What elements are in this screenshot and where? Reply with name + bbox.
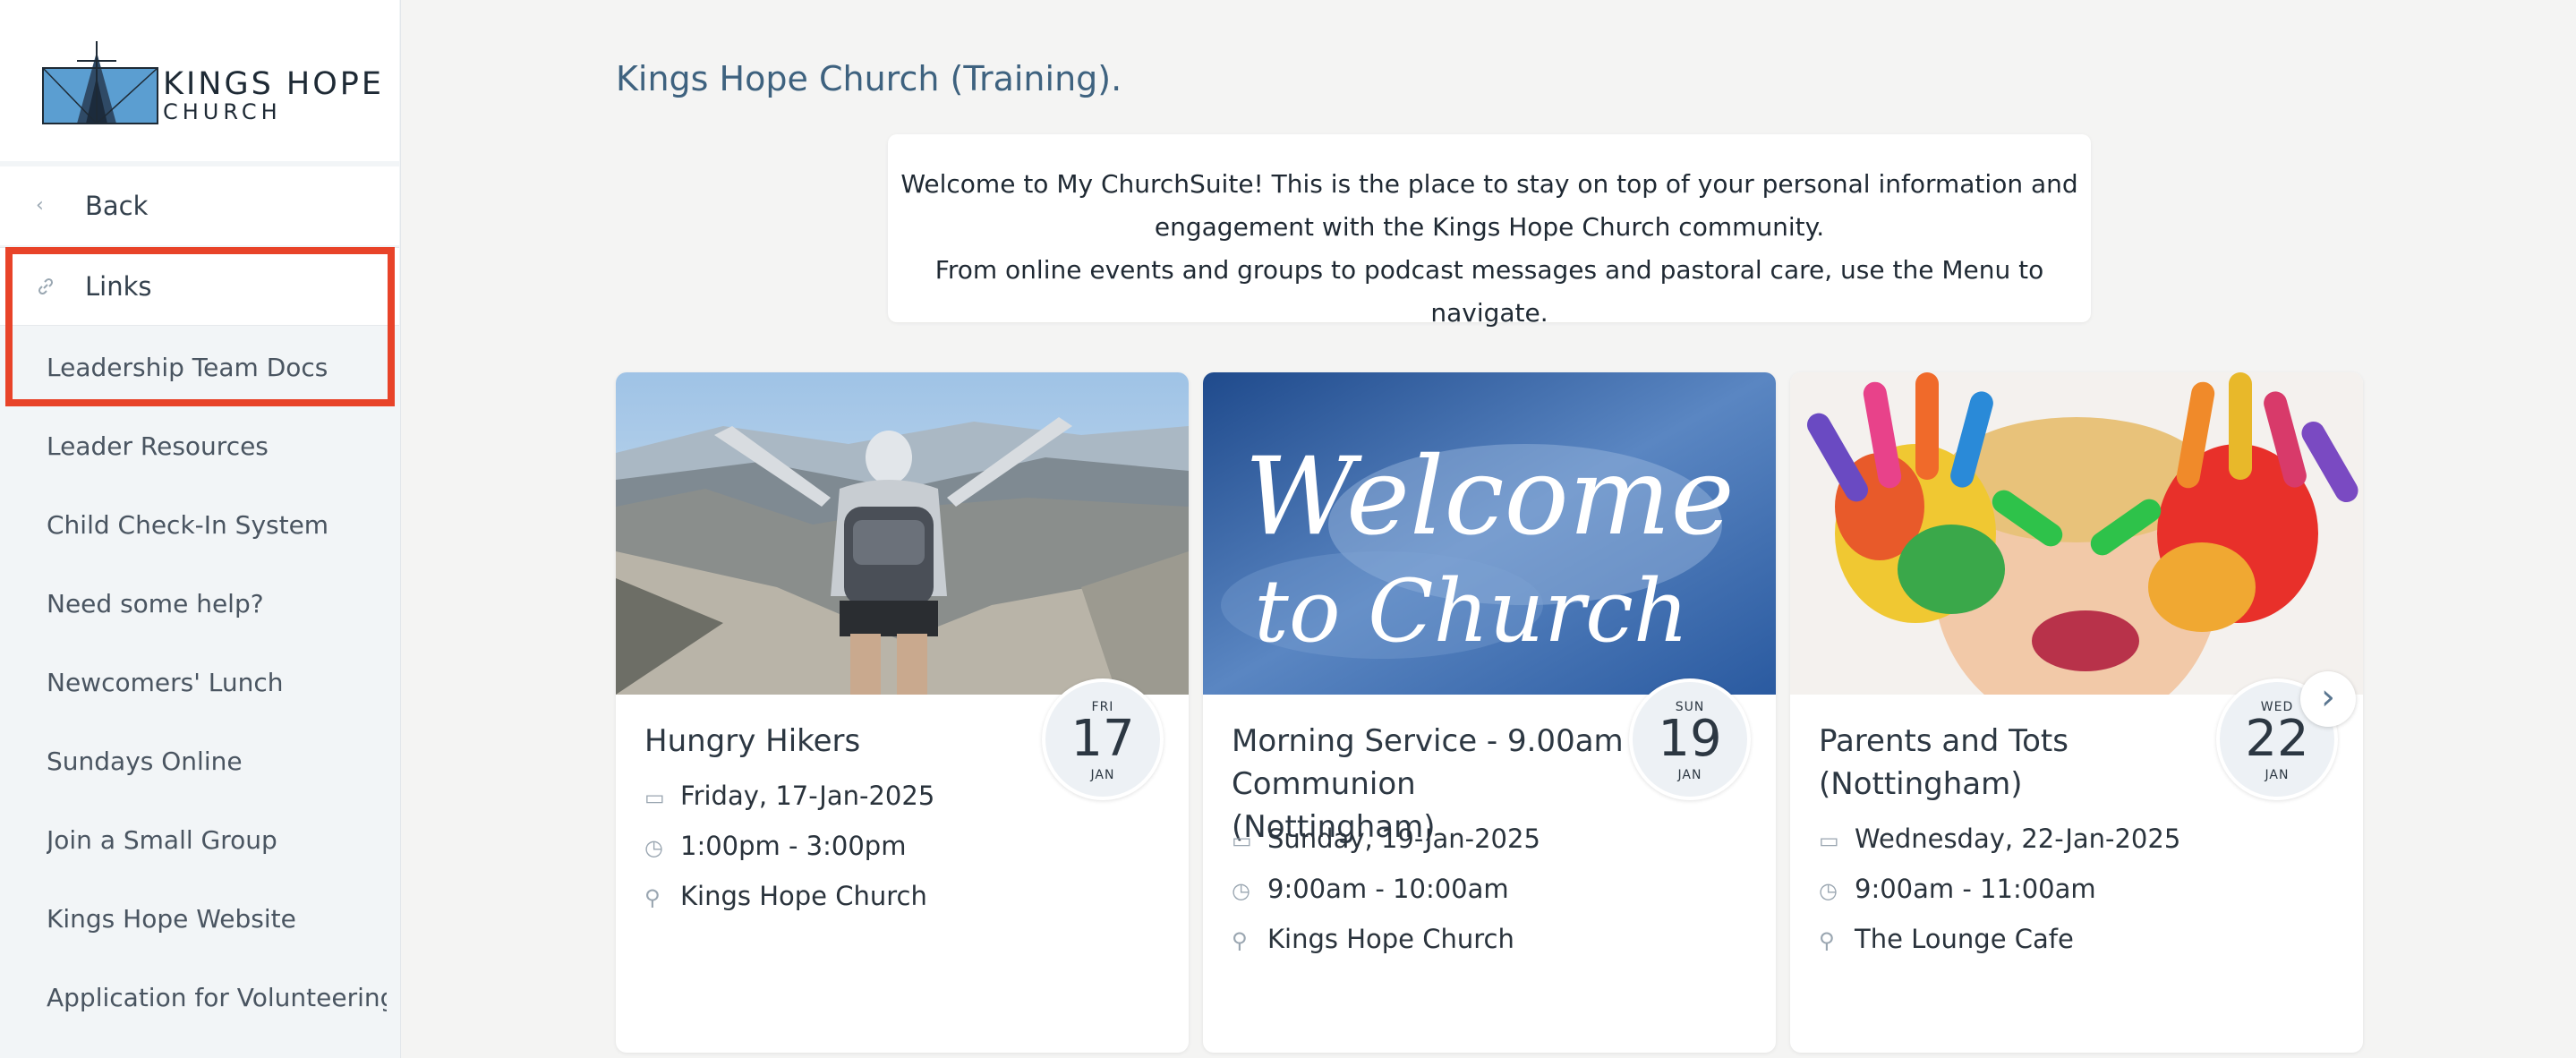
date-badge: SUN 19 JAN — [1629, 678, 1751, 800]
event-date-text: Friday, 17-Jan-2025 — [680, 781, 935, 811]
sidebar: KINGS HOPE CHURCH ‹ Back Links Leadershi… — [0, 0, 401, 1058]
back-button[interactable]: ‹ Back — [0, 166, 399, 245]
event-card[interactable]: FRI 17 JAN Hungry Hikers ▭ Friday, 17-Jan… — [616, 372, 1189, 1053]
event-date-text: Sunday, 19-Jan-2025 — [1267, 823, 1540, 854]
event-time-text: 9:00am - 11:00am — [1855, 874, 2096, 904]
sidebar-item-leadership-team-docs[interactable]: Leadership Team Docs — [47, 353, 387, 382]
event-image-hikers — [616, 372, 1189, 695]
event-time: ◷ 9:00am - 10:00am — [1232, 874, 1509, 904]
event-location: ⚲ Kings Hope Church — [1232, 924, 1514, 954]
sidebar-item-leader-resources[interactable]: Leader Resources — [47, 431, 387, 461]
event-card[interactable]: WED 22 JAN Parents and Tots (Nottingham)… — [1790, 372, 2363, 1053]
logo[interactable]: KINGS HOPE CHURCH — [0, 0, 399, 161]
event-location-text: The Lounge Cafe — [1855, 924, 2074, 954]
event-card[interactable]: Welcome to Church SUN 19 JAN Morning Ser… — [1203, 372, 1776, 1053]
event-title[interactable]: Hungry Hikers — [644, 720, 1038, 763]
sidebar-item-sundays-online[interactable]: Sundays Online — [47, 747, 387, 776]
calendar-icon: ▭ — [1232, 828, 1252, 853]
clock-icon: ◷ — [644, 835, 663, 860]
event-time: ◷ 9:00am - 11:00am — [1819, 874, 2096, 904]
event-time-text: 1:00pm - 3:00pm — [680, 831, 907, 861]
event-location: ⚲ The Lounge Cafe — [1819, 924, 2074, 954]
event-date: ▭ Sunday, 19-Jan-2025 — [1232, 823, 1540, 854]
event-title[interactable]: Parents and Tots (Nottingham) — [1819, 720, 2213, 806]
sidebar-item-need-help[interactable]: Need some help? — [47, 589, 387, 619]
location-pin-icon: ⚲ — [1232, 928, 1248, 953]
clock-icon: ◷ — [1232, 878, 1250, 903]
event-time-text: 9:00am - 10:00am — [1267, 874, 1509, 904]
date-badge: FRI 17 JAN — [1042, 678, 1164, 800]
logo-text-primary: KINGS HOPE — [163, 66, 385, 102]
date-day-number: 17 — [1070, 710, 1135, 768]
welcome-text-line: engagement with the Kings Hope Church co… — [1154, 212, 1825, 242]
image-text-welcome: Welcome — [1244, 435, 1734, 559]
date-month: JAN — [1090, 768, 1115, 782]
page-title: Kings Hope Church (Training). — [616, 59, 1122, 98]
welcome-text-line: From online events and groups to podcast… — [934, 255, 2044, 328]
date-month: JAN — [2265, 768, 2290, 782]
event-date-text: Wednesday, 22-Jan-2025 — [1855, 823, 2181, 854]
event-location: ⚲ Kings Hope Church — [644, 881, 927, 911]
event-location-text: Kings Hope Church — [680, 881, 927, 911]
links-label: Links — [85, 271, 152, 302]
sidebar-item-newcomers-lunch[interactable]: Newcomers' Lunch — [47, 668, 387, 697]
event-image-painted-hands — [1790, 372, 2363, 695]
chevron-left-icon: ‹ — [36, 194, 44, 217]
location-pin-icon: ⚲ — [1819, 928, 1835, 953]
date-day-number: 19 — [1658, 710, 1722, 768]
sidebar-item-kings-hope-website[interactable]: Kings Hope Website — [47, 904, 387, 934]
location-pin-icon: ⚲ — [644, 885, 661, 910]
link-icon — [36, 277, 55, 296]
event-location-text: Kings Hope Church — [1267, 924, 1514, 954]
carousel-next-button[interactable]: › — [2300, 671, 2356, 727]
event-image-welcome: Welcome to Church — [1203, 372, 1776, 695]
event-date: ▭ Wednesday, 22-Jan-2025 — [1819, 823, 2180, 854]
clock-icon: ◷ — [1819, 878, 1838, 903]
church-logo-icon — [42, 41, 158, 124]
links-menu-header[interactable]: Links — [0, 247, 399, 326]
sidebar-item-child-check-in[interactable]: Child Check-In System — [47, 510, 387, 540]
calendar-icon: ▭ — [644, 785, 665, 810]
date-month: JAN — [1677, 768, 1702, 782]
calendar-icon: ▭ — [1819, 828, 1839, 853]
sidebar-item-application-volunteering[interactable]: Application for Volunteering — [47, 983, 387, 1012]
chevron-right-icon: › — [2321, 677, 2335, 718]
event-date: ▭ Friday, 17-Jan-2025 — [644, 781, 934, 811]
image-text-to-church: to Church — [1254, 561, 1688, 661]
welcome-text-line: Welcome to My ChurchSuite! This is the p… — [900, 169, 2078, 199]
back-label: Back — [85, 191, 149, 221]
sidebar-item-join-small-group[interactable]: Join a Small Group — [47, 825, 387, 855]
logo-text-secondary: CHURCH — [163, 99, 282, 124]
event-time: ◷ 1:00pm - 3:00pm — [644, 831, 906, 861]
welcome-panel: Welcome to My ChurchSuite! This is the p… — [888, 134, 2091, 328]
